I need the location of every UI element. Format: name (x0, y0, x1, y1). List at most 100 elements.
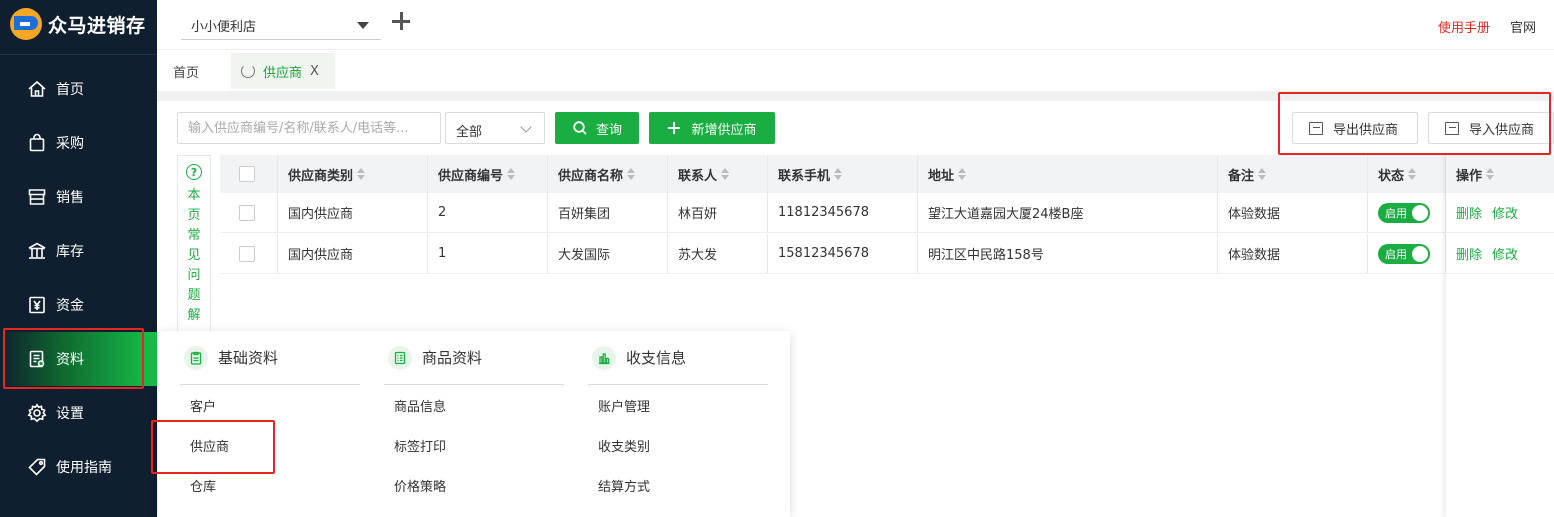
column-label: 操作 (1456, 168, 1483, 184)
sort-icon[interactable] (357, 168, 366, 180)
sidebar-item-label: 销售 (56, 190, 84, 206)
table-row[interactable]: 国内供应商 2 百妍集团 林百妍 11812345678 望江大道嘉园大厦24楼… (220, 193, 1554, 233)
cell-actions: 删除 修改 (1446, 193, 1554, 232)
row-select[interactable] (220, 193, 278, 232)
status-toggle[interactable]: 启用 (1378, 243, 1430, 264)
divider (157, 91, 1554, 101)
sort-icon[interactable] (721, 168, 730, 180)
sort-icon[interactable] (507, 168, 516, 180)
add-supplier-button[interactable]: 新增供应商 (649, 112, 775, 144)
status-toggle[interactable]: 启用 (1378, 202, 1430, 223)
sort-icon[interactable] (1486, 168, 1495, 180)
sidebar-item-guide[interactable]: 使用指南 (0, 440, 157, 494)
sort-icon[interactable] (1408, 168, 1417, 180)
menu-item-product-info[interactable]: 商品信息 (384, 385, 564, 425)
row-checkbox[interactable] (239, 245, 255, 262)
row-select[interactable] (220, 234, 278, 273)
add-store-button[interactable] (390, 10, 412, 32)
query-button[interactable]: 查询 (555, 112, 639, 144)
top-bar: 小小便利店 使用手册 官网 (157, 0, 1554, 50)
menu-item-account[interactable]: 账户管理 (588, 385, 768, 425)
sidebar: 众马进销存 首页 采购 销售 库存 资金 资料 设置 使用指南 (0, 0, 157, 517)
column-header[interactable]: 操作 (1446, 155, 1554, 193)
column-label: 联系手机 (778, 168, 831, 184)
menu-heading-label: 商品资料 (422, 349, 483, 367)
menu-item-category[interactable]: 收支类别 (588, 425, 768, 465)
document-icon (26, 348, 48, 370)
sort-icon[interactable] (627, 168, 636, 180)
official-site-link[interactable]: 官网 (1510, 17, 1536, 36)
column-header[interactable]: 供应商编号 (428, 155, 548, 193)
column-header[interactable]: 状态 (1368, 155, 1446, 193)
menu-item-settlement[interactable]: 结算方式 (588, 465, 768, 505)
cell-note: 体验数据 (1218, 234, 1368, 273)
sidebar-item-label: 使用指南 (56, 460, 112, 476)
sidebar-item-funds[interactable]: 资金 (0, 278, 157, 332)
menu-item-label-print[interactable]: 标签打印 (384, 425, 564, 465)
store-icon (26, 186, 48, 208)
column-header[interactable]: 联系手机 (768, 155, 918, 193)
search-input[interactable] (177, 112, 441, 144)
cell-address: 望江大道嘉园大厦24楼B座 (918, 193, 1218, 232)
column-header[interactable]: 供应商名称 (548, 155, 668, 193)
delete-link[interactable]: 删除 (1456, 203, 1482, 222)
chevron-down-icon (520, 121, 532, 133)
logo-text: 众马进销存 (48, 14, 146, 37)
column-header[interactable]: 地址 (918, 155, 1218, 193)
delete-link[interactable]: 删除 (1456, 244, 1482, 263)
column-header[interactable]: 供应商类别 (278, 155, 428, 193)
column-label: 联系人 (678, 168, 718, 184)
sort-icon[interactable] (1258, 168, 1267, 180)
app-logo[interactable]: 众马进销存 (10, 6, 146, 42)
faq-text: 本页常见问题解 (187, 188, 201, 323)
plus-icon (668, 122, 681, 134)
import-supplier-button[interactable]: 导入供应商 (1428, 112, 1554, 144)
header-select-all[interactable] (220, 155, 278, 193)
menu-heading: 商品资料 (384, 331, 564, 385)
select-all-checkbox[interactable] (239, 166, 255, 182)
sidebar-item-home[interactable]: 首页 (0, 62, 157, 116)
close-icon[interactable]: X (310, 64, 319, 79)
menu-item-customer[interactable]: 客户 (180, 385, 360, 425)
sidebar-item-purchase[interactable]: 采购 (0, 116, 157, 170)
column-header[interactable]: 备注 (1218, 155, 1368, 193)
edit-link[interactable]: 修改 (1492, 203, 1518, 222)
edit-link[interactable]: 修改 (1492, 244, 1518, 263)
menu-column-basic: 基础资料 客户 供应商 仓库 (180, 331, 360, 505)
user-manual-link[interactable]: 使用手册 (1438, 17, 1490, 36)
column-label: 状态 (1378, 168, 1405, 184)
menu-item-supplier[interactable]: 供应商 (180, 425, 360, 465)
cell-name: 百妍集团 (548, 193, 668, 232)
column-label: 地址 (928, 168, 955, 184)
search-icon (573, 121, 587, 135)
list-icon (388, 345, 412, 370)
store-select[interactable]: 小小便利店 (181, 8, 381, 40)
sidebar-item-settings[interactable]: 设置 (0, 386, 157, 440)
cell-status: 启用 (1368, 234, 1446, 273)
tab-supplier[interactable]: 供应商 X (231, 53, 335, 89)
cell-contact: 林百妍 (668, 193, 768, 232)
filter-select-value: 全部 (456, 125, 483, 140)
menu-item-warehouse[interactable]: 仓库 (180, 465, 360, 505)
sort-icon[interactable] (834, 168, 843, 180)
cell-note: 体验数据 (1218, 193, 1368, 232)
cell-category: 国内供应商 (278, 193, 428, 232)
sidebar-item-inventory[interactable]: 库存 (0, 224, 157, 278)
table-row[interactable]: 国内供应商 1 大发国际 苏大发 15812345678 明江区中民路158号 … (220, 234, 1554, 274)
sidebar-item-sales[interactable]: 销售 (0, 170, 157, 224)
cell-address: 明江区中民路158号 (918, 234, 1218, 273)
export-supplier-button[interactable]: 导出供应商 (1292, 112, 1418, 144)
refresh-icon[interactable] (241, 64, 255, 78)
menu-column-finance: 收支信息 账户管理 收支类别 结算方式 (588, 331, 768, 505)
menu-item-price-strategy[interactable]: 价格策略 (384, 465, 564, 505)
sidebar-item-data[interactable]: 资料 (0, 332, 157, 386)
menu-heading: 基础资料 (180, 331, 360, 385)
faq-panel[interactable]: ? 本页常见问题解 (177, 155, 211, 335)
column-label: 供应商类别 (288, 168, 354, 184)
tab-home[interactable]: 首页 (173, 53, 199, 89)
column-header[interactable]: 联系人 (668, 155, 768, 193)
row-checkbox[interactable] (239, 204, 255, 221)
sort-icon[interactable] (958, 168, 967, 180)
logo-icon (10, 8, 42, 40)
category-filter-select[interactable]: 全部 (445, 112, 545, 144)
